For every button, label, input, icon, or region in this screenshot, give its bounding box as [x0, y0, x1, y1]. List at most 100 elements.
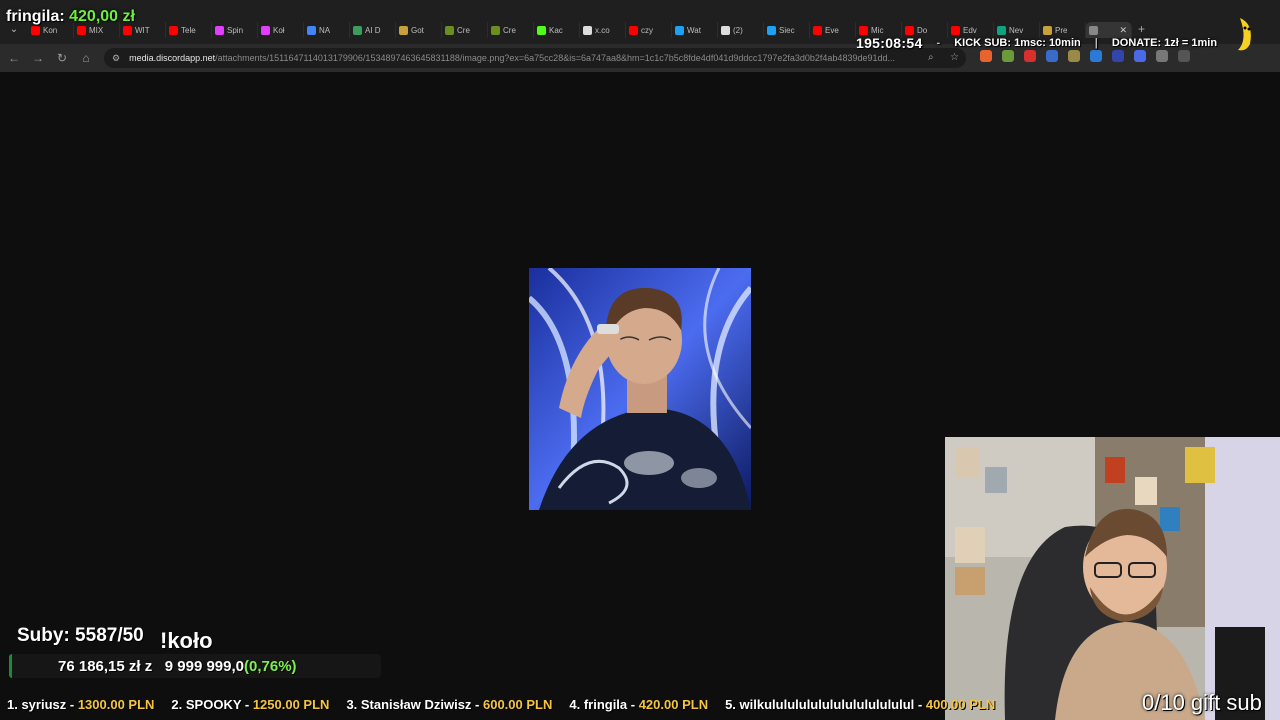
tab-favicon-icon: [169, 25, 178, 35]
tab-favicon-icon: [123, 25, 132, 35]
browser-tab[interactable]: Tele: [166, 22, 212, 38]
image-photo: [529, 268, 751, 510]
tab-label: AI D: [365, 25, 381, 35]
browser-tab[interactable]: czy: [626, 22, 672, 38]
donation-goal-percent: (0,76%): [244, 658, 297, 675]
leaderboard-amount: 1250.00 PLN: [252, 696, 330, 712]
tab-label: Cre: [503, 25, 516, 35]
tab-favicon-icon: [629, 25, 638, 35]
tab-favicon-icon: [445, 25, 454, 35]
tab-label: czy: [641, 25, 653, 35]
donation-leaderboard: 1. syriusz - 1300.00 PLN 2. SPOOKY - 1250…: [0, 692, 1280, 716]
donate-rate: DONATE: 1zł = 1min: [1111, 37, 1218, 49]
leaderboard-entry: 2. SPOOKY - 1250.00 PLN: [171, 697, 329, 712]
browser-tab[interactable]: Cre: [442, 22, 488, 38]
leaderboard-amount: 420.00 PLN: [638, 696, 709, 712]
tab-label: Kac: [549, 25, 563, 35]
tab-label: Kon: [43, 25, 58, 35]
home-icon[interactable]: ⌂: [78, 50, 94, 66]
dancing-banana-icon: [1238, 18, 1251, 51]
tab-label: Koł: [273, 25, 285, 35]
tab-favicon-icon: [721, 25, 730, 35]
tab-favicon-icon: [537, 25, 546, 35]
tab-label: Tele: [181, 25, 196, 35]
address-bar[interactable]: ⚙ media.discordapp.net /attachments/1511…: [104, 48, 966, 68]
url-path: /attachments/1511647114013179906/1534897…: [215, 53, 895, 63]
tab-label: (2): [733, 25, 743, 35]
subathon-timer: 195:08:54: [856, 35, 923, 51]
browser-tab[interactable]: Cre: [488, 22, 534, 38]
leaderboard-name: 3. Stanisław Dziwisz -: [346, 696, 483, 712]
tab-favicon-icon: [399, 25, 408, 35]
leaderboard-entry: 4. fringila - 420.00 PLN: [569, 697, 708, 712]
leaderboard-amount: 400.00 PLN: [925, 696, 996, 712]
viewed-image[interactable]: [529, 268, 751, 510]
webcam-image: [945, 437, 1280, 720]
browser-tab[interactable]: Got: [396, 22, 442, 38]
reload-icon[interactable]: ↻: [54, 50, 70, 66]
subathon-timer-bar: 195:08:54 - KICK SUB: 1msc: 10min | DONA…: [856, 34, 1217, 52]
tab-favicon-icon: [675, 25, 684, 35]
browser-tab[interactable]: NA: [304, 22, 350, 38]
leaderboard-entry: 3. Stanisław Dziwisz - 600.00 PLN: [346, 697, 552, 712]
browser-tab[interactable]: Eve: [810, 22, 856, 38]
browser-tab[interactable]: AI D: [350, 22, 396, 38]
tab-label: Wat: [687, 25, 701, 35]
tab-label: NA: [319, 25, 331, 35]
tab-label: MIX: [89, 25, 104, 35]
tab-favicon-icon: [31, 25, 40, 35]
site-info-icon[interactable]: ⚙: [112, 53, 120, 64]
tab-favicon-icon: [215, 25, 224, 35]
tab-favicon-icon: [583, 25, 592, 35]
tab-favicon-icon: [813, 25, 822, 35]
tab-label: WIT: [135, 25, 150, 35]
back-arrow-icon[interactable]: ←: [6, 50, 22, 66]
leaderboard-name: 5. wilkululululululululululululul -: [725, 696, 926, 712]
gift-sub-counter: 0/10 gift sub: [1142, 690, 1262, 715]
rate-separator: |: [1094, 37, 1098, 49]
sub-goal-counter: Suby: 5587/50: [17, 625, 144, 646]
tab-label: x.co: [595, 25, 610, 35]
wheel-command: !koło: [160, 628, 213, 653]
donation-goal-mid: z: [144, 658, 153, 675]
leaderboard-entry: 1. syriusz - 1300.00 PLN: [7, 697, 154, 712]
donation-goal-target: 9 999 999,0: [164, 658, 245, 675]
kick-sub-rate: KICK SUB: 1msc: 10min: [954, 37, 1081, 49]
browser-tab[interactable]: Spin: [212, 22, 258, 38]
tab-label: Siec: [779, 25, 795, 35]
leaderboard-name: 4. fringila -: [569, 696, 639, 712]
leaderboard-amount: 600.00 PLN: [482, 696, 553, 712]
tab-label: Got: [411, 25, 424, 35]
zoom-icon[interactable]: ⌕: [928, 52, 934, 63]
timer-separator: -: [936, 37, 941, 49]
top-donor-label: fringila: 420,00 zł: [6, 8, 135, 26]
browser-tab[interactable]: Kac: [534, 22, 580, 38]
donation-goal-fill: [9, 654, 12, 678]
bookmark-star-icon[interactable]: ☆: [950, 52, 959, 63]
url-domain: media.discordapp.net: [129, 53, 216, 63]
forward-arrow-icon[interactable]: →: [30, 50, 46, 66]
tab-favicon-icon: [491, 25, 500, 35]
browser-tab[interactable]: Siec: [764, 22, 810, 38]
leaderboard-name: 1. syriusz -: [7, 696, 78, 712]
donation-goal-current: 76 186,15 zł: [58, 658, 141, 675]
tab-favicon-icon: [307, 25, 316, 35]
tab-label: Eve: [825, 25, 839, 35]
browser-tab[interactable]: Wat: [672, 22, 718, 38]
browser-tab[interactable]: Koł: [258, 22, 304, 38]
browser-tab[interactable]: (2): [718, 22, 764, 38]
leaderboard-amount: 1300.00 PLN: [77, 696, 155, 712]
tab-favicon-icon: [353, 25, 362, 35]
top-donor-amount: 420,00 zł: [69, 8, 135, 25]
tab-label: Spin: [227, 25, 244, 35]
leaderboard-entry: 5. wilkululululululululululululul - 400.…: [725, 697, 995, 712]
tab-favicon-icon: [261, 25, 270, 35]
top-donor-name: fringila:: [6, 8, 65, 25]
donation-goal-text: 76 186,15 zł z 9 999 999,0(0,76%): [58, 658, 297, 675]
tab-favicon-icon: [767, 25, 776, 35]
tab-label: Cre: [457, 25, 470, 35]
browser-tab[interactable]: x.co: [580, 22, 626, 38]
leaderboard-name: 2. SPOOKY -: [171, 696, 253, 712]
tab-favicon-icon: [77, 25, 86, 35]
webcam-feed: [945, 437, 1280, 720]
